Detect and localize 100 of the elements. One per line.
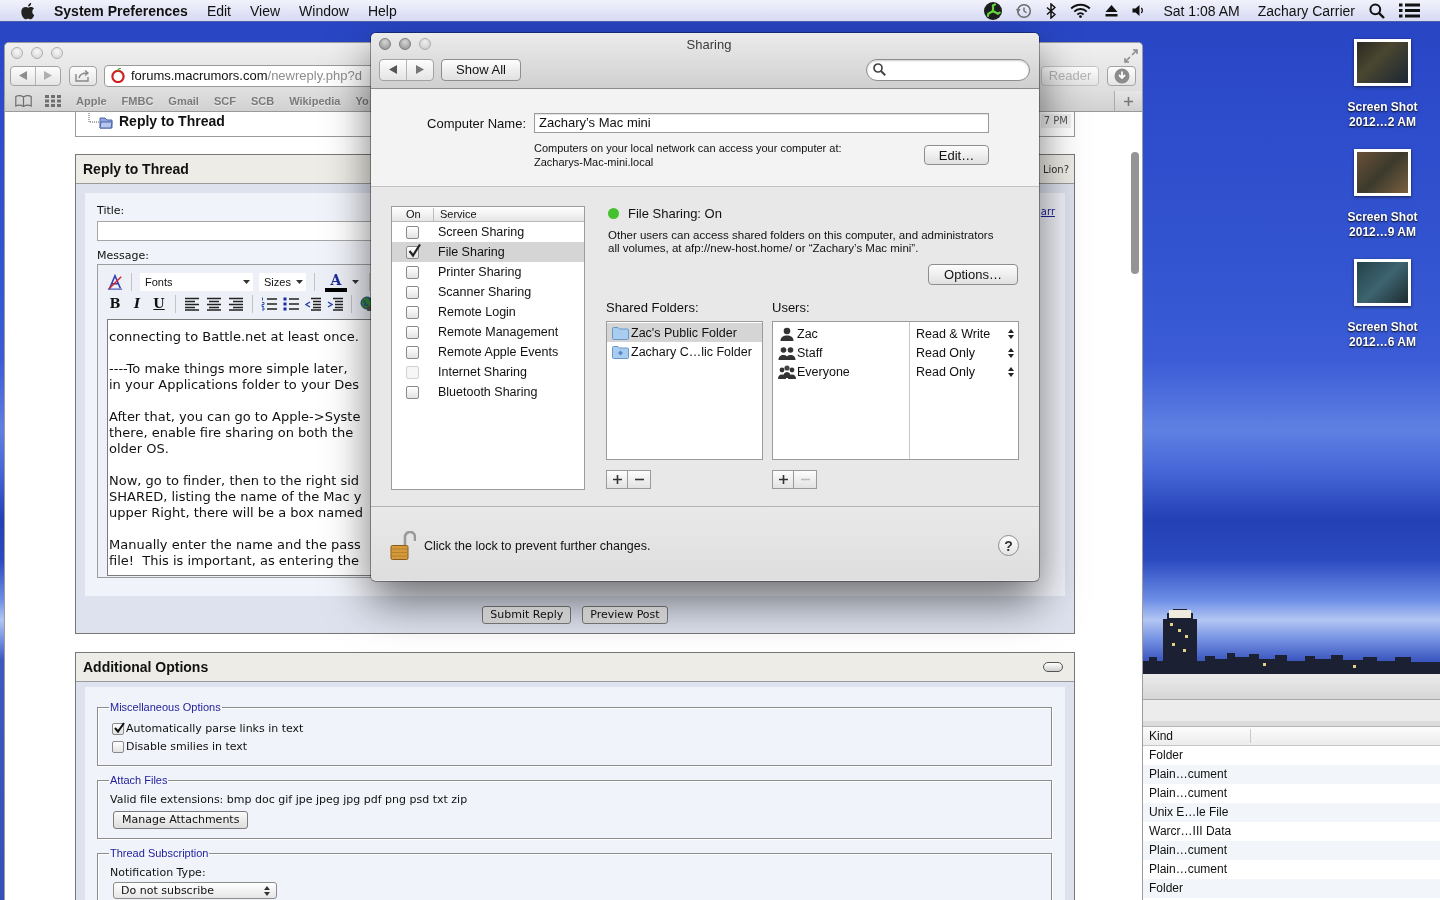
menu-item[interactable]: Help: [367, 2, 397, 19]
underline-button[interactable]: U: [151, 296, 167, 312]
service-row[interactable]: Remote Apple Events: [392, 342, 584, 362]
search-icon[interactable]: [1369, 2, 1385, 19]
notification-select[interactable]: Do not subscribe: [113, 882, 277, 899]
clear-format-icon[interactable]: [107, 274, 123, 290]
menu-item[interactable]: View: [250, 2, 281, 19]
field-label: Computer Name:: [426, 115, 526, 131]
indent-icon[interactable]: [327, 296, 343, 312]
breadcrumb-title[interactable]: Reply to Thread: [119, 113, 225, 129]
checkbox[interactable]: [406, 265, 419, 279]
padlock-icon[interactable]: [390, 530, 416, 561]
share-button[interactable]: [69, 65, 97, 86]
checkbox[interactable]: [406, 225, 419, 239]
apple-icon[interactable]: [20, 1, 35, 20]
file-row[interactable]: Folder: [1143, 879, 1440, 898]
manage-attachments-button[interactable]: Manage Attachments: [113, 811, 249, 829]
checkbox[interactable]: [406, 345, 419, 359]
checkbox-label: Disable smilies in text: [126, 740, 248, 754]
italic-button[interactable]: I: [129, 296, 145, 312]
checkbox[interactable]: [406, 285, 419, 299]
service-row[interactable]: Screen Sharing: [392, 222, 584, 242]
minimize-button[interactable]: [399, 38, 411, 50]
computer-name-field[interactable]: Zachary’s Mac mini: [534, 113, 989, 133]
screenshot-thumbnail[interactable]: [1354, 149, 1411, 196]
search-field[interactable]: [866, 58, 1030, 81]
fullscreen-icon[interactable]: [1124, 48, 1138, 63]
panel-title: Reply to Thread: [83, 161, 189, 177]
align-right-icon[interactable]: [228, 296, 244, 312]
folder-row[interactable]: Zachary C…lic Folder: [607, 342, 762, 361]
link[interactable]: arr: [1040, 205, 1055, 217]
new-tab-button[interactable]: [1114, 91, 1142, 111]
permission-popup[interactable]: Read Only: [909, 362, 1018, 381]
clock-text[interactable]: Sat 1:08 AM: [1163, 2, 1240, 19]
submit-button[interactable]: Submit Reply: [482, 606, 572, 624]
service-row[interactable]: File Sharing: [392, 242, 584, 262]
scrollbar-thumb[interactable]: [1131, 152, 1139, 274]
wifi-icon[interactable]: [1070, 3, 1092, 18]
local-address-text: Zacharys-Mac-mini.local: [534, 155, 655, 169]
permission-popup[interactable]: Read & Write: [909, 324, 1018, 343]
service-label: File Sharing: [438, 245, 505, 259]
collapse-icon[interactable]: [1043, 662, 1063, 672]
bold-button[interactable]: B: [107, 296, 123, 312]
file-row[interactable]: Plain…cument: [1143, 784, 1440, 803]
download-icon: [1113, 67, 1130, 84]
screenshot-thumbnail[interactable]: [1354, 39, 1411, 86]
checkbox[interactable]: [112, 723, 124, 735]
description-text: Other users can access shared folders on this computer, and administrators all volumes, at afp://new-host.home/ or “Zachary’s Mac mini”.: [607, 229, 995, 255]
font-select[interactable]: Fonts: [140, 273, 253, 291]
add-button[interactable]: [772, 470, 794, 489]
service-row[interactable]: Scanner Sharing: [392, 282, 584, 302]
screenshot-thumbnail[interactable]: [1354, 259, 1411, 306]
app-menu[interactable]: System Preferences: [54, 2, 188, 19]
file-row[interactable]: Plain…cument: [1143, 765, 1440, 784]
file-row[interactable]: Unix E…le File: [1143, 803, 1440, 822]
size-select[interactable]: Sizes: [259, 273, 306, 291]
align-center-icon[interactable]: [206, 296, 222, 312]
bulleted-list-icon[interactable]: [283, 296, 299, 312]
service-row[interactable]: Printer Sharing: [392, 262, 584, 282]
numbered-list-icon[interactable]: [261, 296, 277, 312]
preview-button[interactable]: Preview Post: [582, 606, 668, 624]
file-row[interactable]: Warcr…III Data: [1143, 822, 1440, 841]
file-name-label[interactable]: Screen Shot 2012…9 AM: [1347, 210, 1418, 240]
downloads-button[interactable]: [1107, 65, 1136, 86]
grid-icon[interactable]: [45, 95, 61, 107]
menu-item[interactable]: Window: [299, 2, 349, 19]
file-name-label[interactable]: Screen Shot 2012…6 AM: [1347, 320, 1418, 350]
fieldset-legend: Thread Subscription: [109, 847, 210, 860]
speaker-icon[interactable]: [1132, 4, 1146, 17]
checkbox[interactable]: [406, 385, 419, 399]
clock-icon[interactable]: [1016, 2, 1033, 19]
swirl-logo-icon[interactable]: [984, 1, 1003, 20]
checkbox[interactable]: [406, 325, 419, 339]
user-name-menu[interactable]: Zachary Carrier: [1257, 2, 1355, 19]
service-row[interactable]: Bluetooth Sharing: [392, 382, 584, 402]
folder-row[interactable]: Zac's Public Folder: [607, 323, 762, 342]
menu-item[interactable]: Edit: [206, 2, 231, 19]
close-button[interactable]: [379, 38, 391, 50]
list-icon[interactable]: [1399, 3, 1420, 18]
options-button[interactable]: Options…: [928, 264, 1018, 285]
help-button[interactable]: ?: [998, 535, 1019, 556]
outdent-icon[interactable]: [305, 296, 321, 312]
eject-icon[interactable]: [1105, 4, 1119, 17]
show-all-button[interactable]: Show All: [441, 58, 521, 81]
checkbox[interactable]: [406, 305, 419, 319]
checkbox[interactable]: [406, 245, 419, 259]
add-button[interactable]: [606, 470, 628, 489]
file-row[interactable]: Folder: [1143, 746, 1440, 765]
align-left-icon[interactable]: [184, 296, 200, 312]
text-color-button[interactable]: A: [323, 272, 361, 292]
service-row[interactable]: Remote Management: [392, 322, 584, 342]
service-row[interactable]: Remote Login: [392, 302, 584, 322]
file-row[interactable]: Plain…cument: [1143, 860, 1440, 879]
edit-button[interactable]: Edit…: [924, 145, 989, 165]
book-icon[interactable]: [15, 95, 32, 107]
file-row[interactable]: Plain…cument: [1143, 841, 1440, 860]
file-name-label[interactable]: Screen Shot 2012…2 AM: [1347, 100, 1418, 130]
permission-popup[interactable]: Read Only: [909, 343, 1018, 362]
checkbox[interactable]: [112, 741, 124, 753]
bluetooth-icon[interactable]: [1046, 2, 1057, 19]
